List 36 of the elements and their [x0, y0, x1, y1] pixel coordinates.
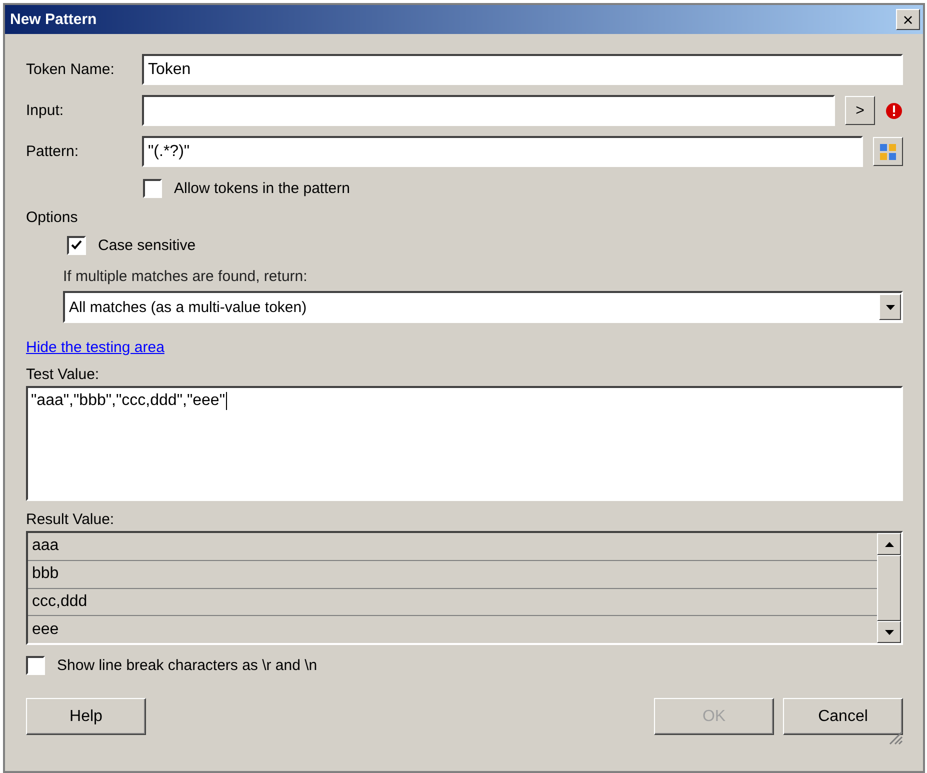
grid-icon: [879, 142, 897, 160]
multiple-matches-label: If multiple matches are found, return:: [63, 268, 308, 285]
result-row[interactable]: bbb: [28, 560, 877, 588]
field-label: Token Name:: [26, 61, 116, 78]
result-row[interactable]: aaa: [28, 533, 877, 561]
pattern-builder-button[interactable]: [873, 137, 903, 166]
input-field[interactable]: "(.*?)": [142, 136, 863, 167]
up-arrow-icon: [884, 542, 894, 546]
hide-testing-link[interactable]: Hide the testing area: [26, 339, 164, 356]
return-dropdown[interactable]: All matches (as a multi-value token): [63, 291, 903, 323]
checkbox-label: Show line break characters as \r and \n: [57, 656, 318, 674]
checkbox-label: Allow tokens in the pattern: [174, 180, 350, 196]
test-value-field[interactable]: "aaa","bbb","ccc,ddd","eee": [26, 386, 903, 501]
window-title: New Pattern: [10, 11, 97, 28]
checkbox-label: Case sensitive: [98, 236, 196, 254]
field-label: Input:: [26, 102, 65, 119]
result-row[interactable]: eee: [28, 616, 877, 643]
options-heading: Options: [26, 209, 79, 226]
test-value-label: Test Value:: [26, 366, 100, 383]
insert-button[interactable]: >: [845, 96, 875, 125]
resize-grip-icon: [887, 729, 903, 745]
result-row[interactable]: ccc,ddd: [28, 588, 877, 616]
scrollbar[interactable]: [877, 533, 901, 643]
down-arrow-icon: [886, 304, 894, 310]
close-button[interactable]: ×: [896, 9, 920, 30]
field-label: Pattern:: [26, 143, 80, 160]
help-button[interactable]: Help: [26, 698, 146, 735]
cancel-button[interactable]: Cancel: [783, 698, 903, 735]
down-arrow-icon: [884, 630, 894, 634]
checkmark-icon: [70, 238, 83, 252]
checkbox[interactable]: [143, 178, 162, 198]
checkbox[interactable]: [26, 656, 45, 674]
checkbox[interactable]: [67, 236, 86, 254]
input-field[interactable]: [142, 95, 835, 126]
result-value-label: Result Value:: [26, 511, 116, 528]
input-field[interactable]: Token: [142, 54, 903, 85]
